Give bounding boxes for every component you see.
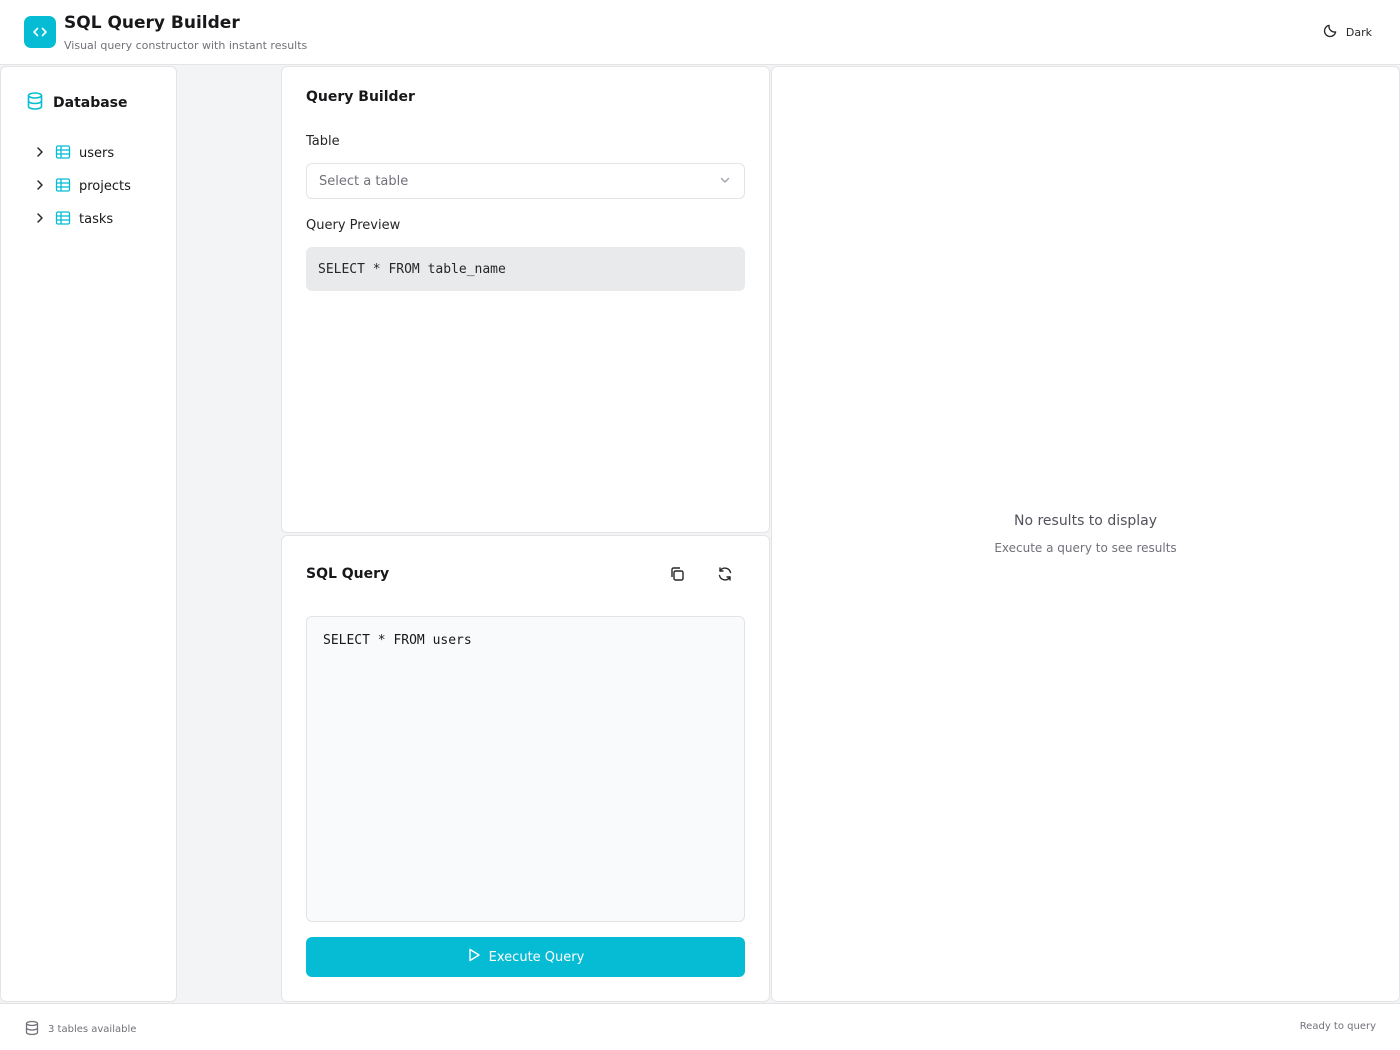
database-sidebar: Database users projects tasks (0, 66, 177, 1002)
play-icon (467, 948, 481, 966)
query-preview: SELECT * FROM table_name (306, 247, 745, 291)
tables-count-text: 3 tables available (48, 1024, 137, 1035)
sidebar-item-label: projects (79, 179, 131, 194)
query-preview-label: Query Preview (306, 218, 401, 233)
chevron-right-icon (33, 177, 47, 196)
chevron-down-icon (718, 172, 732, 191)
table-icon (55, 177, 71, 197)
sidebar-item-projects[interactable]: projects (33, 170, 173, 203)
query-builder-panel: Query Builder Table Select a table Query… (281, 66, 770, 533)
sql-query-title: SQL Query (306, 566, 390, 582)
execute-query-button[interactable]: Execute Query (306, 937, 745, 977)
sidebar-item-label: tasks (79, 212, 114, 227)
app-title: SQL Query Builder (64, 13, 240, 33)
sidebar-title: Database (53, 95, 128, 111)
empty-results-subtitle: Execute a query to see results (994, 541, 1177, 555)
code-brackets-icon (24, 16, 56, 48)
chevron-right-icon (33, 144, 47, 163)
refresh-button[interactable] (711, 562, 739, 590)
database-icon (24, 1020, 40, 1039)
sidebar-item-users[interactable]: users (33, 137, 173, 170)
theme-toggle-button[interactable]: Dark (1323, 20, 1372, 44)
table-select[interactable]: Select a table (306, 163, 745, 199)
status-text: Ready to query (1299, 1021, 1376, 1032)
sidebar-item-tasks[interactable]: tasks (33, 203, 173, 236)
table-icon (55, 144, 71, 164)
copy-icon (669, 566, 685, 586)
table-icon (55, 210, 71, 230)
app-header: SQL Query Builder Visual query construct… (0, 0, 1400, 65)
sidebar-header: Database (25, 91, 128, 115)
table-select-placeholder: Select a table (319, 173, 409, 189)
status-bar: 3 tables available Ready to query (0, 1003, 1400, 1050)
sidebar-item-label: users (79, 146, 115, 161)
empty-results-title: No results to display (1013, 513, 1158, 529)
table-field-label: Table (306, 134, 340, 149)
table-tree: users projects tasks (33, 137, 173, 236)
sql-query-editor[interactable]: SELECT * FROM users (306, 616, 745, 922)
sql-query-panel: SQL Query SELECT * FROM users Execute Qu… (281, 535, 770, 1002)
chevron-right-icon (33, 210, 47, 229)
tables-count: 3 tables available (24, 1020, 136, 1039)
database-icon (25, 91, 45, 115)
results-panel: No results to display Execute a query to… (771, 66, 1400, 1002)
refresh-icon (717, 566, 733, 586)
query-builder-title: Query Builder (306, 89, 415, 105)
moon-icon (1323, 23, 1338, 41)
theme-toggle-label: Dark (1345, 25, 1372, 39)
execute-query-label: Execute Query (488, 949, 585, 965)
copy-button[interactable] (663, 562, 691, 590)
app-subtitle: Visual query constructor with instant re… (64, 39, 308, 52)
